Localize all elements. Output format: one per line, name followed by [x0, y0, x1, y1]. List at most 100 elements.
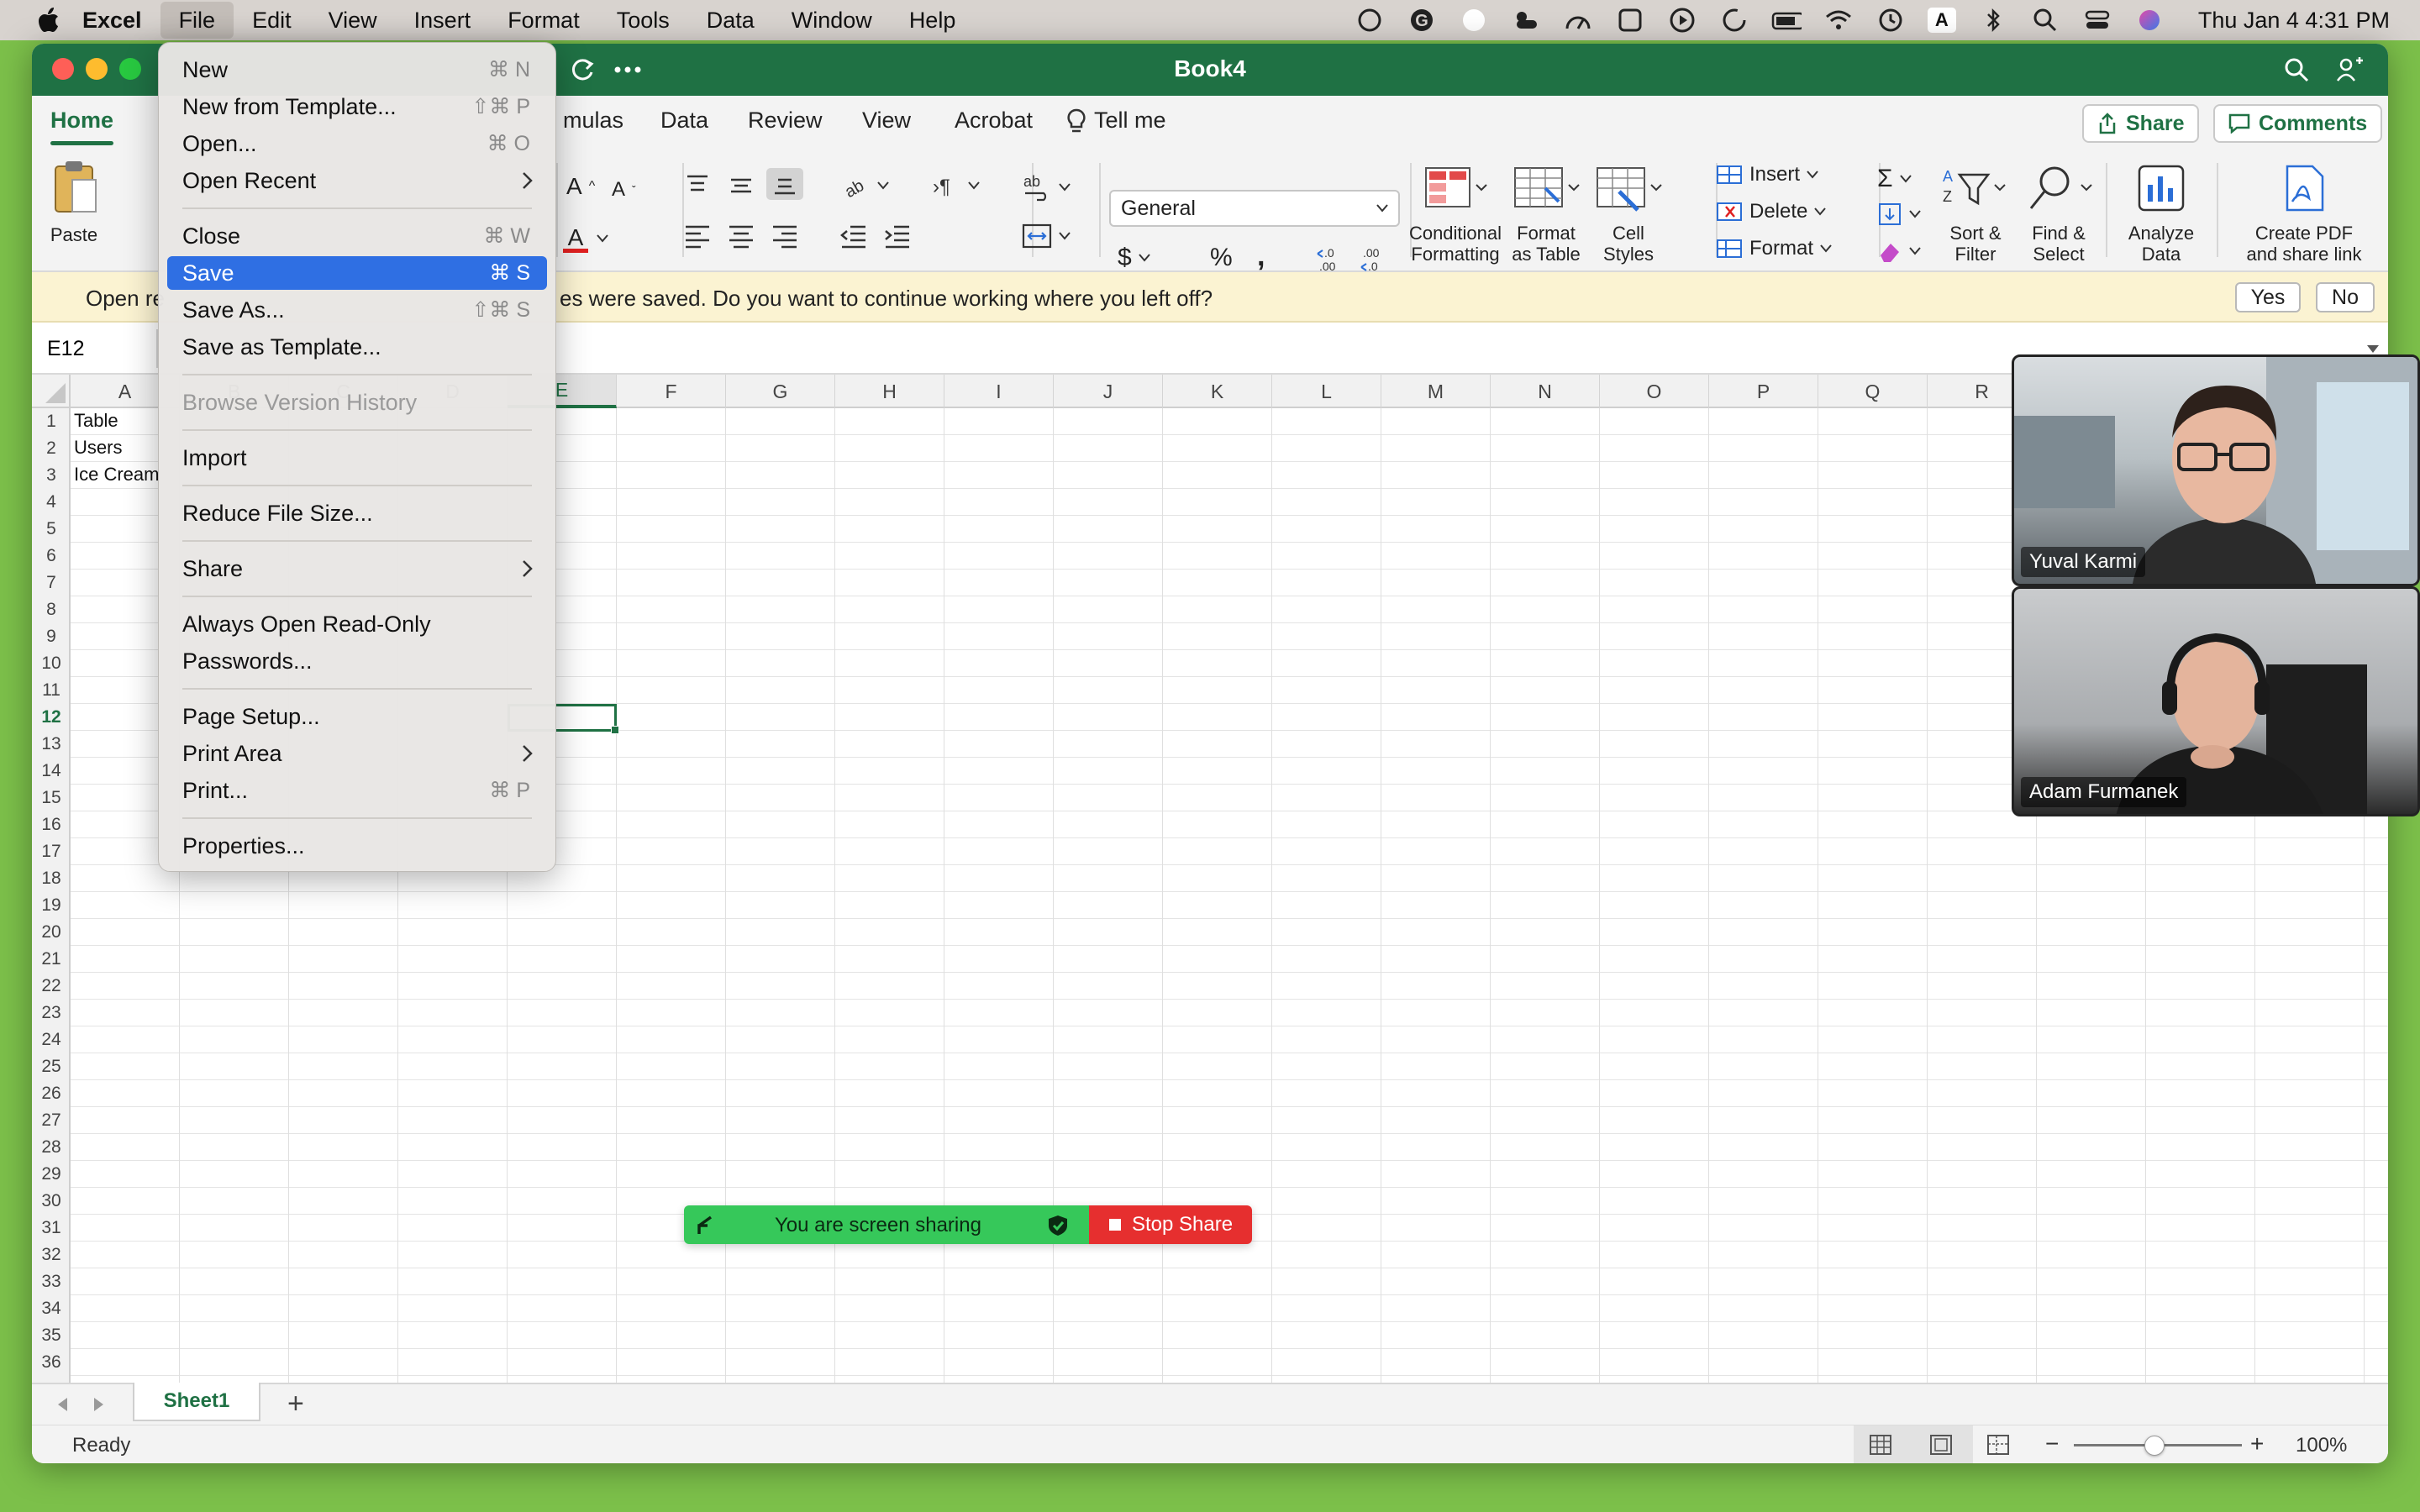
menu-item-new-from-template[interactable]: New from Template... ⇧⌘ P	[167, 90, 547, 123]
menu-item-page-setup[interactable]: Page Setup...	[167, 700, 547, 733]
menubar-clock[interactable]: Thu Jan 4 4:31 PM	[2198, 8, 2390, 34]
menu-item-passwords[interactable]: Passwords...	[167, 644, 547, 678]
decrease-decimal-button[interactable]: .00.0	[1360, 245, 1390, 274]
tab-view[interactable]: View	[862, 108, 911, 134]
menu-item-open[interactable]: Open... ⌘ O	[167, 127, 547, 160]
video-tile-participant-2[interactable]: Adam Furmanek	[2012, 586, 2420, 816]
column-header-i[interactable]: I	[944, 375, 1054, 408]
share-button[interactable]: Share	[2082, 104, 2200, 143]
row-header-7[interactable]: 7	[32, 570, 71, 596]
row-header-27[interactable]: 27	[32, 1107, 71, 1134]
infobar-no-button[interactable]: No	[2316, 282, 2375, 312]
menu-item-import[interactable]: Import	[167, 441, 547, 475]
row-header-14[interactable]: 14	[32, 758, 71, 785]
row-header-1[interactable]: 1	[32, 408, 71, 435]
row-header-19[interactable]: 19	[32, 892, 71, 919]
increase-indent-button[interactable]	[882, 223, 913, 249]
page-layout-view-icon[interactable]	[1929, 1434, 1953, 1456]
spotlight-search-icon[interactable]	[2030, 5, 2060, 35]
zoom-slider-thumb[interactable]	[2144, 1436, 2165, 1456]
column-header-j[interactable]: J	[1054, 375, 1163, 408]
siri-icon[interactable]	[2134, 5, 2165, 35]
increase-decimal-button[interactable]: .0.00	[1316, 245, 1346, 274]
align-bottom-button[interactable]	[766, 168, 803, 200]
normal-view-icon[interactable]	[1869, 1434, 1892, 1456]
row-header-13[interactable]: 13	[32, 731, 71, 758]
row-header-33[interactable]: 33	[32, 1268, 71, 1295]
wrap-text-button[interactable]: ab	[1022, 173, 1071, 202]
zoom-out-button[interactable]: −	[2045, 1431, 2059, 1457]
column-header-h[interactable]: H	[835, 375, 944, 408]
menu-view[interactable]: View	[310, 2, 396, 39]
bluetooth-icon[interactable]	[1978, 5, 2008, 35]
next-sheet-icon[interactable]	[92, 1396, 106, 1413]
row-header-23[interactable]: 23	[32, 1000, 71, 1026]
clear-button[interactable]	[1877, 239, 1921, 264]
row-header-32[interactable]: 32	[32, 1242, 71, 1268]
column-header-g[interactable]: G	[726, 375, 835, 408]
row-header-30[interactable]: 30	[32, 1188, 71, 1215]
fill-button[interactable]	[1877, 202, 1921, 227]
menu-item-open-recent[interactable]: Open Recent	[167, 164, 547, 197]
decrease-indent-button[interactable]	[839, 223, 869, 249]
time-machine-icon[interactable]	[1876, 5, 1906, 35]
sheet-tab-sheet1[interactable]: Sheet1	[133, 1383, 260, 1421]
row-header-36[interactable]: 36	[32, 1349, 71, 1376]
menu-data[interactable]: Data	[688, 2, 773, 39]
column-header-p[interactable]: P	[1709, 375, 1818, 408]
video-tile-participant-1[interactable]: Yuval Karmi	[2012, 354, 2420, 586]
cell-a1[interactable]: Table	[74, 410, 118, 432]
row-header-17[interactable]: 17	[32, 838, 71, 865]
row-header-12[interactable]: 12	[32, 704, 71, 731]
cell-styles-button[interactable]: Cell Styles	[1588, 163, 1669, 265]
currency-format-button[interactable]: $	[1118, 244, 1150, 272]
tab-review[interactable]: Review	[748, 108, 823, 134]
conditional-formatting-button[interactable]: Conditional Formatting	[1403, 163, 1507, 265]
menu-item-reduce-file-size[interactable]: Reduce File Size...	[167, 496, 547, 530]
align-middle-button[interactable]	[726, 173, 756, 198]
comments-button[interactable]: Comments	[2213, 104, 2383, 143]
tab-formulas[interactable]: mulas	[563, 108, 623, 134]
grammarly-icon[interactable]: G	[1407, 5, 1437, 35]
menu-window[interactable]: Window	[773, 2, 891, 39]
menu-edit[interactable]: Edit	[234, 2, 310, 39]
wifi-icon[interactable]	[1823, 5, 1854, 35]
row-header-6[interactable]: 6	[32, 543, 71, 570]
find-select-button[interactable]: Find & Select	[2017, 163, 2101, 265]
menu-item-share[interactable]: Share	[167, 552, 547, 585]
merge-center-button[interactable]	[1022, 223, 1071, 249]
align-top-button[interactable]	[682, 173, 713, 198]
align-center-button[interactable]	[726, 223, 756, 249]
row-header-5[interactable]: 5	[32, 516, 71, 543]
battery-icon[interactable]	[1771, 5, 1802, 35]
column-header-n[interactable]: N	[1491, 375, 1600, 408]
font-color-button[interactable]: A	[561, 223, 608, 254]
orientation-button[interactable]: ab	[840, 173, 889, 198]
screen-share-status[interactable]: You are screen sharing	[684, 1205, 1089, 1244]
tell-me[interactable]: Tell me	[1067, 108, 1166, 134]
tab-acrobat[interactable]: Acrobat	[955, 108, 1033, 134]
paragraph-direction-button[interactable]: ›¶	[931, 173, 980, 198]
create-pdf-button[interactable]: Create PDF and share link	[2230, 163, 2378, 265]
menu-item-save[interactable]: Save ⌘ S	[167, 256, 547, 290]
input-source-icon[interactable]: A	[1927, 8, 1956, 33]
menu-item-save-as[interactable]: Save As... ⇧⌘ S	[167, 293, 547, 327]
row-header-11[interactable]: 11	[32, 677, 71, 704]
column-header-k[interactable]: K	[1163, 375, 1272, 408]
row-header-9[interactable]: 9	[32, 623, 71, 650]
menu-format[interactable]: Format	[489, 2, 598, 39]
add-sheet-button[interactable]: +	[287, 1388, 304, 1420]
menu-file[interactable]: File	[160, 2, 234, 39]
menu-item-close[interactable]: Close ⌘ W	[167, 219, 547, 253]
cell-a2[interactable]: Users	[74, 437, 122, 459]
row-header-16[interactable]: 16	[32, 811, 71, 838]
name-box[interactable]: E12	[32, 329, 158, 368]
column-header-f[interactable]: F	[617, 375, 726, 408]
row-header-29[interactable]: 29	[32, 1161, 71, 1188]
paste-button[interactable]: Paste	[44, 160, 104, 245]
increase-font-size-button[interactable]: A ^	[566, 173, 595, 200]
percent-format-button[interactable]: %	[1210, 244, 1233, 272]
select-all-corner[interactable]	[32, 375, 71, 408]
zoom-level[interactable]: 100%	[2296, 1434, 2347, 1457]
infobar-yes-button[interactable]: Yes	[2235, 282, 2301, 312]
